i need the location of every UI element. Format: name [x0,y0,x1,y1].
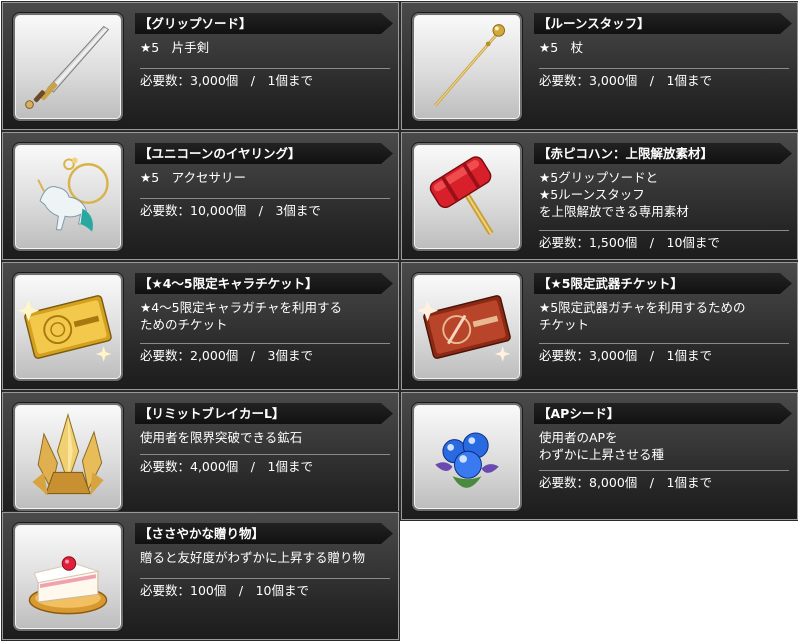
item-description: ★5 アクセサリー [140,169,390,186]
item-requirement: 必要数：100個 / 10個まで [140,578,390,599]
description-line: ★5 片手剣 [140,40,210,55]
item-title: 【リミットブレイカーL】 [135,403,393,424]
item-description: ★5グリップソードと ★5ルーンスタッフ を上限解放できる専用素材 [539,169,789,220]
item-title: 【ルーンスタッフ】 [534,13,792,34]
description-line: ★4～5限定キャラガチャを利用する [140,300,342,315]
item-title: 【★5限定武器チケット】 [534,273,792,294]
crystal-icon [13,403,123,511]
ap-seed-icon [412,403,522,511]
item-requirement: 必要数：8,000個 / 1個まで [539,470,789,491]
description-line: ★5 杖 [539,40,584,55]
description-line: ★5限定武器ガチャを利用するための [539,300,746,315]
description-line: ★5 アクセサリー [140,170,247,185]
item-description: ★5 杖 [539,39,789,56]
cake-icon [13,523,123,631]
exchange-item-card[interactable]: 【ささやかな贈り物】 贈ると友好度がわずかに上昇する贈り物 必要数：100個 /… [1,511,400,641]
description-line: 贈ると友好度がわずかに上昇する贈り物 [140,550,366,565]
weapon-ticket-icon [412,273,522,381]
description-line: ★5グリップソードと [539,170,659,185]
item-description: 使用者のAPを わずかに上昇させる種 [539,429,789,463]
exchange-item-card[interactable]: 【グリップソード】 ★5 片手剣 必要数：3,000個 / 1個まで [1,1,400,131]
unicorn-earring-icon [13,143,123,251]
item-requirement: 必要数：3,000個 / 1個まで [140,68,390,89]
exchange-item-card[interactable]: 【★4～5限定キャラチケット】 ★4～5限定キャラガチャを利用する ためのチケッ… [1,261,400,391]
item-title: 【★4～5限定キャラチケット】 [135,273,393,294]
item-description: 贈ると友好度がわずかに上昇する贈り物 [140,549,390,566]
description-line: 使用者を限界突破できる鉱石 [140,430,303,445]
item-title: 【ささやかな贈り物】 [135,523,393,544]
item-title: 【ユニコーンのイヤリング】 [135,143,393,164]
description-line: ためのチケット [140,317,228,332]
staff-icon [412,13,522,121]
item-requirement: 必要数：10,000個 / 3個まで [140,198,390,219]
item-title: 【赤ピコハン：上限解放素材】 [534,143,792,164]
item-requirement: 必要数：2,000個 / 3個まで [140,343,390,364]
description-line: ★5ルーンスタッフ [539,187,645,202]
description-line: わずかに上昇させる種 [539,447,665,462]
exchange-item-card[interactable]: 【★5限定武器チケット】 ★5限定武器ガチャを利用するための チケット 必要数：… [400,261,798,391]
description-line: 使用者のAPを [539,430,618,445]
item-title: 【グリップソード】 [135,13,393,34]
item-description: 使用者を限界突破できる鉱石 [140,429,390,446]
sword-icon [13,13,123,121]
item-description: ★5 片手剣 [140,39,390,56]
exchange-item-card[interactable]: 【APシード】 使用者のAPを わずかに上昇させる種 必要数：8,000個 / … [400,391,798,521]
item-requirement: 必要数：3,000個 / 1個まで [539,343,789,364]
item-description: ★4～5限定キャラガチャを利用する ためのチケット [140,299,390,333]
item-requirement: 必要数：3,000個 / 1個まで [539,68,789,89]
exchange-item-card[interactable]: 【ルーンスタッフ】 ★5 杖 必要数：3,000個 / 1個まで [400,1,798,131]
item-description: ★5限定武器ガチャを利用するための チケット [539,299,789,333]
item-requirement: 必要数：4,000個 / 1個まで [140,454,390,475]
item-title: 【APシード】 [534,403,792,424]
exchange-item-card[interactable]: 【赤ピコハン：上限解放素材】 ★5グリップソードと ★5ルーンスタッフ を上限解… [400,131,798,261]
red-hammer-icon [412,143,522,251]
gold-ticket-icon [13,273,123,381]
item-requirement: 必要数：1,500個 / 10個まで [539,230,789,251]
exchange-item-card[interactable]: 【リミットブレイカーL】 使用者を限界突破できる鉱石 必要数：4,000個 / … [1,391,400,521]
description-line: チケット [539,317,590,332]
exchange-item-card[interactable]: 【ユニコーンのイヤリング】 ★5 アクセサリー 必要数：10,000個 / 3個… [1,131,400,261]
description-line: を上限解放できる専用素材 [539,204,689,219]
